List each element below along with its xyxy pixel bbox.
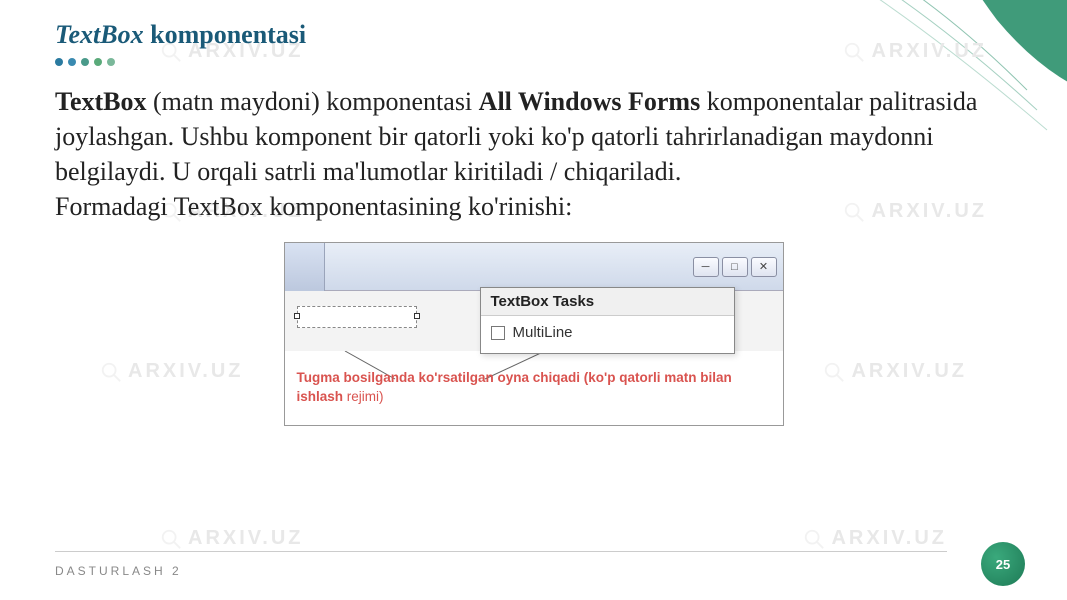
screenshot-figure: ─ □ ✕ TextBox Tasks MultiLine Tugma bosi <box>284 242 784 426</box>
body-paragraph-1: TextBox (matn maydoni) komponentasi All … <box>55 84 1012 189</box>
resize-handle[interactable] <box>294 313 300 319</box>
window-maximize-button[interactable]: □ <box>722 257 748 277</box>
footer: DASTURLASH 2 <box>55 564 1012 578</box>
popup-title: TextBox Tasks <box>481 288 734 316</box>
slide-title: TextBox komponentasi <box>55 20 1012 50</box>
window-left-strip <box>285 243 325 291</box>
multiline-checkbox[interactable] <box>491 326 505 340</box>
figure-caption-area: Tugma bosilganda ko'rsatilgan oyna chiqa… <box>285 351 783 425</box>
popup-body: MultiLine <box>481 316 734 353</box>
page-number-badge: 25 <box>981 542 1025 586</box>
footer-label: DASTURLASH 2 <box>55 564 182 578</box>
title-rest: komponentasi <box>144 20 307 49</box>
watermark: ARXIV.UZ <box>160 527 304 550</box>
title-emphasis: TextBox <box>55 20 144 49</box>
bold-allwinforms: All Windows Forms <box>479 87 701 116</box>
bold-textbox: TextBox <box>55 87 147 116</box>
resize-handle[interactable] <box>414 313 420 319</box>
multiline-label: MultiLine <box>513 324 573 341</box>
textbox-tasks-popup: TextBox Tasks MultiLine <box>480 287 735 354</box>
title-underline-dots <box>55 58 1012 66</box>
body-paragraph-2: Formadagi TextBox komponentasining ko'ri… <box>55 189 1012 224</box>
footer-divider <box>55 551 947 552</box>
window-close-button[interactable]: ✕ <box>751 257 777 277</box>
window-titlebar: ─ □ ✕ <box>285 243 783 291</box>
watermark: ARXIV.UZ <box>803 527 947 550</box>
figure-caption: Tugma bosilganda ko'rsatilgan oyna chiqa… <box>297 369 771 407</box>
textbox-control[interactable] <box>297 306 417 328</box>
window-minimize-button[interactable]: ─ <box>693 257 719 277</box>
